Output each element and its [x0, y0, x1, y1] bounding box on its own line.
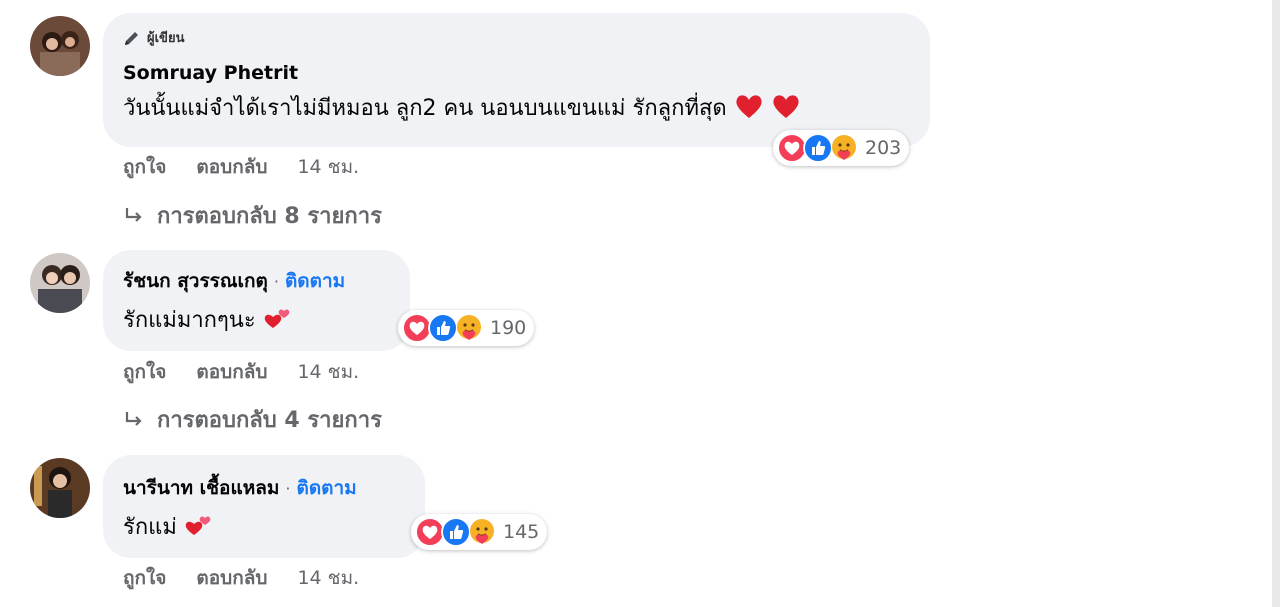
comment-avatar[interactable]: [30, 253, 90, 313]
author-badge: ผู้เขียน: [123, 27, 910, 48]
comment-text-body: วันนั้นแม่จำได้เราไม่มีหมอน ลูก2 คน นอนบ…: [123, 96, 727, 121]
reply-action-button[interactable]: ตอบกลับ: [196, 357, 267, 387]
follow-button[interactable]: ติดตาม: [297, 477, 357, 499]
reactions-summary[interactable]: 203: [773, 130, 910, 166]
reaction-count: 203: [865, 137, 902, 159]
name-separator: ·: [285, 479, 291, 498]
reply-arrow-icon: [123, 409, 145, 431]
view-replies-link[interactable]: การตอบกลับ 8 รายการ: [123, 198, 382, 233]
reply-action-button[interactable]: ตอบกลับ: [196, 152, 267, 182]
like-action-button[interactable]: ถูกใจ: [123, 357, 166, 387]
two-hearts-emoji-icon: [184, 511, 214, 545]
comment-text: รักแม่: [123, 509, 405, 545]
comment-actions: ถูกใจ ตอบกลับ 14 ชม.: [123, 357, 389, 387]
comment-avatar[interactable]: [30, 16, 90, 76]
comment-bubble: ผู้เขียน Somruay Phetrit วันนั้นแม่จำได้…: [103, 13, 930, 147]
comment-bubble: รัชนก สุวรรณเกตุ · ติดตาม รักแม่มากๆนะ: [103, 250, 410, 351]
heart-emoji-icon: [771, 92, 801, 126]
comment-bubble: นารีนาท เชื้อแหลม · ติดตาม รักแม่: [103, 455, 425, 558]
comment-timestamp[interactable]: 14 ชม.: [297, 357, 359, 387]
comment-text: วันนั้นแม่จำได้เราไม่มีหมอน ลูก2 คน นอนบ…: [123, 90, 910, 126]
page-right-edge: [1272, 0, 1280, 607]
like-action-button[interactable]: ถูกใจ: [123, 152, 166, 182]
comment-author[interactable]: รัชนก สุวรรณเกตุ: [123, 270, 268, 292]
follow-button[interactable]: ติดตาม: [285, 270, 345, 292]
care-icon: [457, 315, 481, 340]
comment-author[interactable]: นารีนาท เชื้อแหลม: [123, 477, 279, 499]
comment-actions: ถูกใจ ตอบกลับ 14 ชม.: [123, 152, 389, 182]
comment-text-body: รักแม่มากๆนะ: [123, 308, 256, 333]
view-replies-label: การตอบกลับ 8 รายการ: [157, 204, 382, 229]
author-badge-label: ผู้เขียน: [147, 31, 185, 46]
comment-text-body: รักแม่: [123, 515, 184, 540]
view-replies-label: การตอบกลับ 4 รายการ: [157, 408, 382, 433]
comment-timestamp[interactable]: 14 ชม.: [297, 563, 359, 593]
comment-avatar[interactable]: [30, 458, 90, 518]
comment-actions: ถูกใจ ตอบกลับ 14 ชม.: [123, 563, 389, 593]
reaction-count: 190: [490, 317, 527, 339]
care-icon: [832, 135, 856, 160]
comment-text: รักแม่มากๆนะ: [123, 302, 390, 338]
like-action-button[interactable]: ถูกใจ: [123, 563, 166, 593]
care-icon: [470, 519, 494, 544]
reaction-count: 145: [503, 521, 540, 543]
heart-emoji-icon: [734, 92, 764, 126]
pencil-icon: [123, 29, 141, 47]
name-separator: ·: [273, 272, 279, 291]
view-replies-link[interactable]: การตอบกลับ 4 รายการ: [123, 402, 382, 437]
two-hearts-emoji-icon: [263, 304, 293, 338]
reply-arrow-icon: [123, 205, 145, 227]
comment-timestamp[interactable]: 14 ชม.: [297, 152, 359, 182]
reactions-summary[interactable]: 145: [411, 514, 548, 550]
reply-action-button[interactable]: ตอบกลับ: [196, 563, 267, 593]
reactions-summary[interactable]: 190: [398, 310, 535, 346]
comment-author[interactable]: Somruay Phetrit: [123, 62, 298, 84]
